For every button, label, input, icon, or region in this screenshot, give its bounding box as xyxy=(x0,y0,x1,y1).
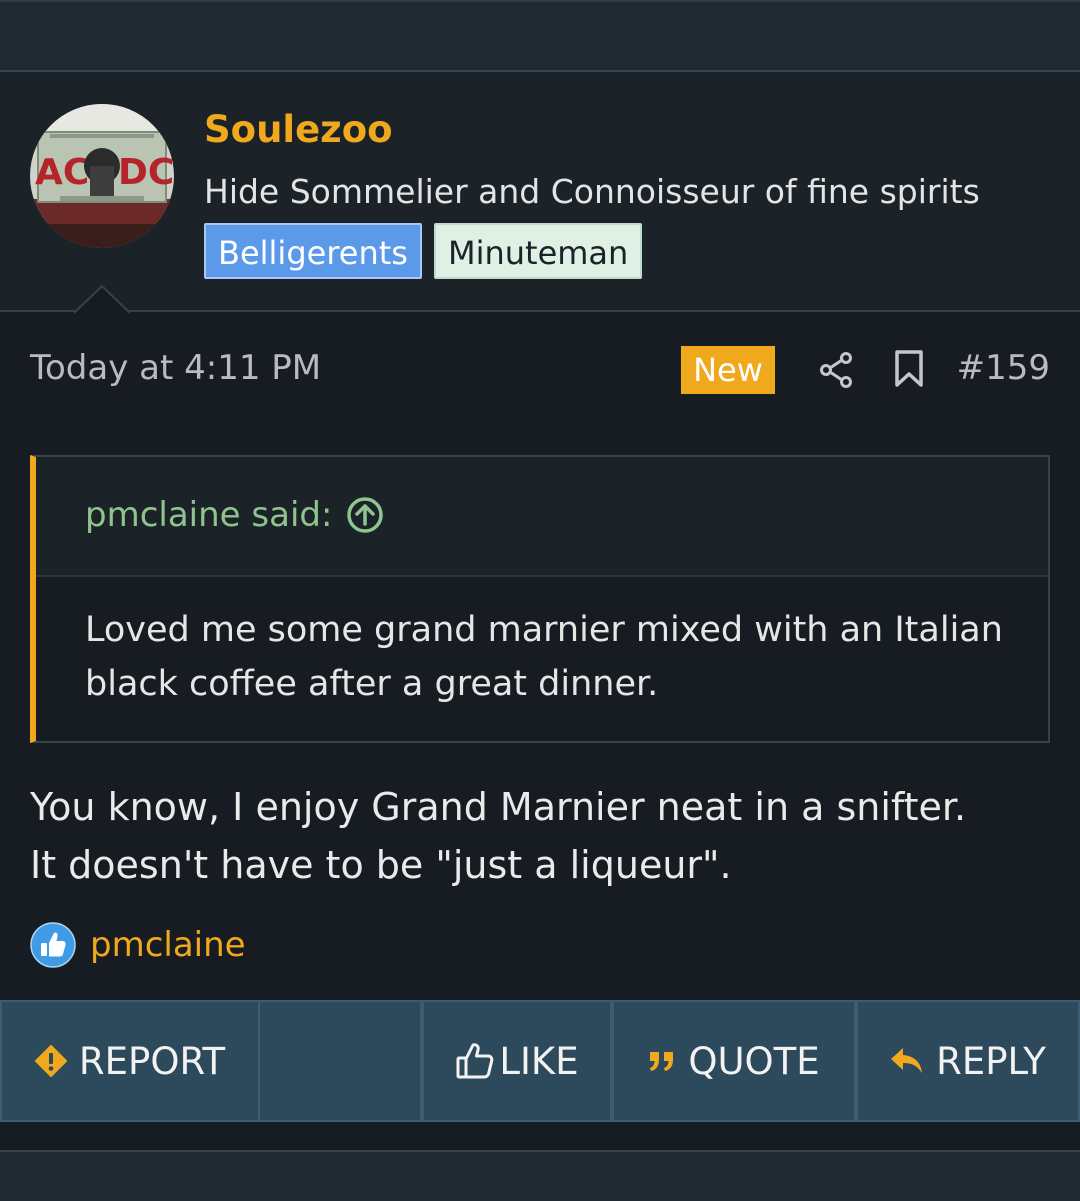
avatar-image-icon: AC DC xyxy=(30,104,174,248)
post-body-line: You know, I enjoy Grand Marnier neat in … xyxy=(30,785,967,829)
post-meta: Today at 4:11 PM New #159 xyxy=(0,340,1080,400)
quote-button[interactable]: QUOTE xyxy=(612,1000,856,1122)
bookmark-icon[interactable] xyxy=(893,349,925,389)
quote-label: QUOTE xyxy=(688,1039,820,1083)
reactions[interactable]: pmclaine xyxy=(30,922,246,968)
like-label: LIKE xyxy=(499,1039,579,1083)
empty-action-slot xyxy=(258,1000,422,1122)
reaction-user[interactable]: pmclaine xyxy=(90,925,246,965)
thumbs-up-icon xyxy=(456,1043,494,1079)
svg-text:DC: DC xyxy=(118,152,174,193)
user-header: AC DC Soulezoo Hide Sommelier and Connoi… xyxy=(0,72,1080,312)
reply-label: REPLY xyxy=(936,1039,1046,1083)
arrow-up-circle-icon[interactable] xyxy=(346,496,384,534)
like-reaction-icon xyxy=(30,922,76,968)
badge-belligerents: Belligerents xyxy=(204,223,422,279)
user-title: Hide Sommelier and Connoisseur of fine s… xyxy=(204,172,980,211)
top-strip xyxy=(0,0,1080,72)
report-label: REPORT xyxy=(78,1039,226,1083)
reply-button[interactable]: REPLY xyxy=(856,1000,1080,1122)
quote-block: pmclaine said: Loved me some grand marni… xyxy=(30,455,1050,743)
report-button[interactable]: REPORT xyxy=(0,1000,260,1122)
bottom-strip xyxy=(0,1150,1080,1201)
post-body: You know, I enjoy Grand Marnier neat in … xyxy=(30,778,1060,894)
quote-marks-icon xyxy=(650,1052,674,1071)
svg-text:AC: AC xyxy=(35,152,89,193)
quote-author-link[interactable]: pmclaine said: xyxy=(85,495,384,535)
user-badges: Belligerents Minuteman xyxy=(204,223,643,279)
username[interactable]: Soulezoo xyxy=(204,108,393,151)
share-icon[interactable] xyxy=(816,350,856,390)
quote-text: Loved me some grand marnier mixed with a… xyxy=(85,610,1003,704)
avatar[interactable]: AC DC xyxy=(30,104,174,248)
action-bar: REPORT LIKE QUOTE REPLY xyxy=(0,1000,1080,1122)
post-body-line: It doesn't have to be "just a liqueur". xyxy=(30,843,732,887)
reply-arrow-icon xyxy=(891,1048,923,1073)
warning-icon xyxy=(34,1045,67,1077)
new-badge: New xyxy=(681,346,775,394)
post-date[interactable]: Today at 4:11 PM xyxy=(30,348,321,388)
post-number[interactable]: #159 xyxy=(957,348,1050,388)
speech-pointer xyxy=(74,284,130,314)
badge-minuteman: Minuteman xyxy=(433,223,643,279)
quote-author: pmclaine said: xyxy=(85,495,333,535)
quote-header: pmclaine said: xyxy=(36,457,1048,577)
like-button[interactable]: LIKE xyxy=(422,1000,612,1122)
